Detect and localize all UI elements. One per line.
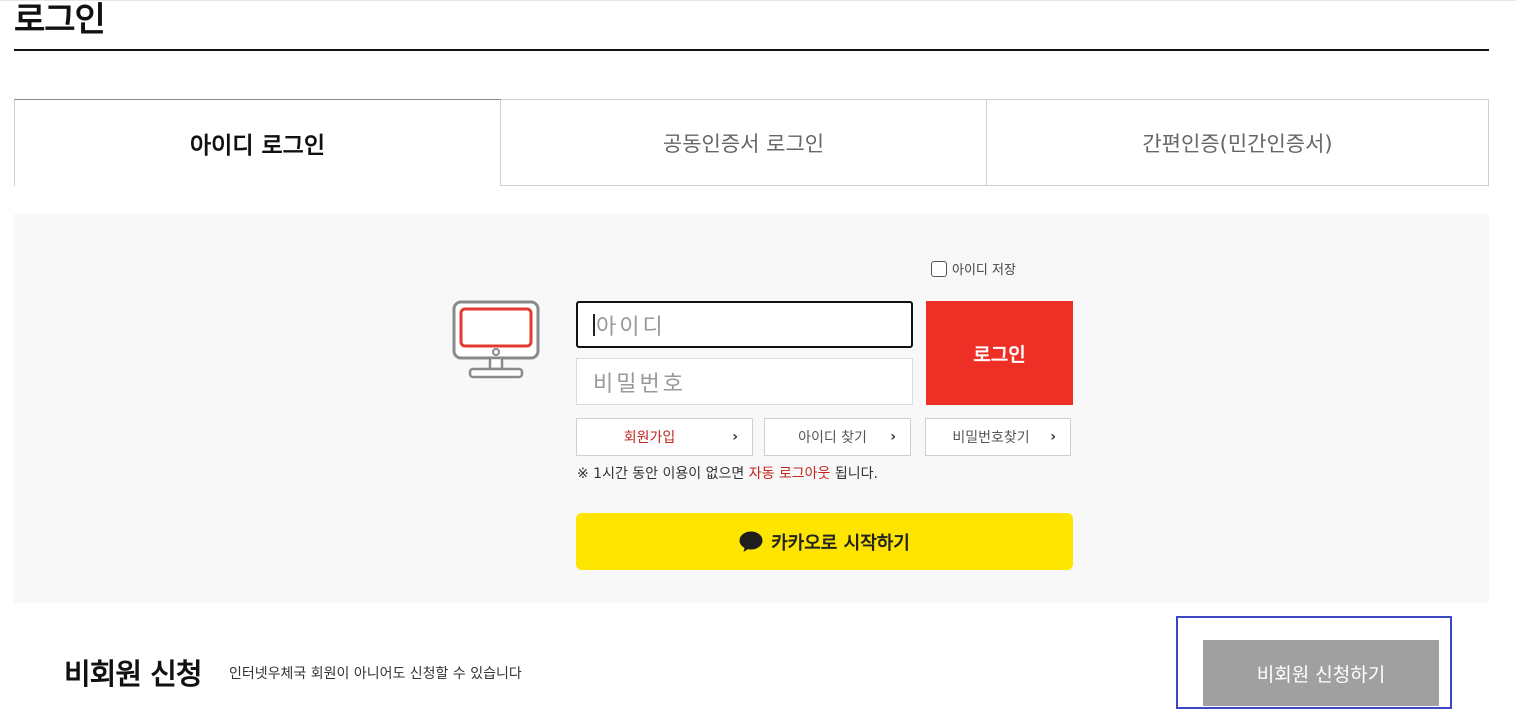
password-input[interactable]: 비밀번호	[576, 358, 913, 405]
find-password-label: 비밀번호찾기	[952, 430, 1030, 446]
text-caret	[593, 313, 595, 336]
notice-highlight: 자동 로그아웃	[748, 466, 831, 482]
tab-label: 공동인증서 로그인	[662, 131, 825, 156]
auto-logout-notice: ※ 1시간 동안 이용이 없으면 자동 로그아웃 됩니다.	[577, 463, 878, 483]
kakao-login-button[interactable]: 카카오로 시작하기	[576, 513, 1073, 570]
notice-prefix: ※ 1시간 동안 이용이 없으면	[577, 466, 749, 482]
id-placeholder: 아이디	[596, 314, 666, 340]
tab-simple-auth[interactable]: 간편인증(민간인증서)	[987, 99, 1489, 186]
find-password-button[interactable]: 비밀번호찾기 ›	[925, 418, 1071, 456]
checkbox-box[interactable]	[931, 260, 947, 277]
tab-certificate-login[interactable]: 공동인증서 로그인	[501, 99, 987, 186]
kakao-label: 카카오로 시작하기	[771, 532, 910, 554]
id-input[interactable]: 아이디	[576, 301, 913, 348]
find-id-button[interactable]: 아이디 찾기 ›	[764, 418, 911, 456]
chevron-right-icon: ›	[890, 429, 896, 445]
top-divider	[0, 0, 1516, 1]
guest-apply-button[interactable]: 비회원 신청하기	[1203, 640, 1439, 706]
login-button[interactable]: 로그인	[926, 301, 1073, 405]
guest-section-title: 비회원 신청	[64, 657, 202, 691]
find-id-label: 아이디 찾기	[798, 430, 867, 446]
save-id-checkbox[interactable]: 아이디 저장	[931, 259, 1016, 278]
join-label: 회원가입	[623, 430, 676, 446]
tab-label: 간편인증(민간인증서)	[1142, 131, 1333, 156]
chevron-right-icon: ›	[1050, 429, 1056, 445]
title-divider	[14, 49, 1489, 51]
guest-section-description: 인터넷우체국 회원이 아니어도 신청할 수 있습니다	[229, 666, 522, 682]
page-title: 로그인	[14, 0, 106, 40]
monitor-icon	[452, 300, 540, 379]
notice-suffix: 됩니다.	[830, 466, 878, 482]
login-tabs: 아이디 로그인 공동인증서 로그인 간편인증(민간인증서)	[14, 99, 1489, 186]
speech-bubble-icon	[739, 531, 763, 552]
save-id-label: 아이디 저장	[952, 263, 1016, 278]
tab-label: 아이디 로그인	[190, 133, 325, 159]
chevron-right-icon: ›	[732, 429, 738, 445]
join-button[interactable]: 회원가입 ›	[576, 418, 753, 456]
password-placeholder: 비밀번호	[593, 371, 686, 397]
tab-id-login[interactable]: 아이디 로그인	[14, 99, 501, 186]
